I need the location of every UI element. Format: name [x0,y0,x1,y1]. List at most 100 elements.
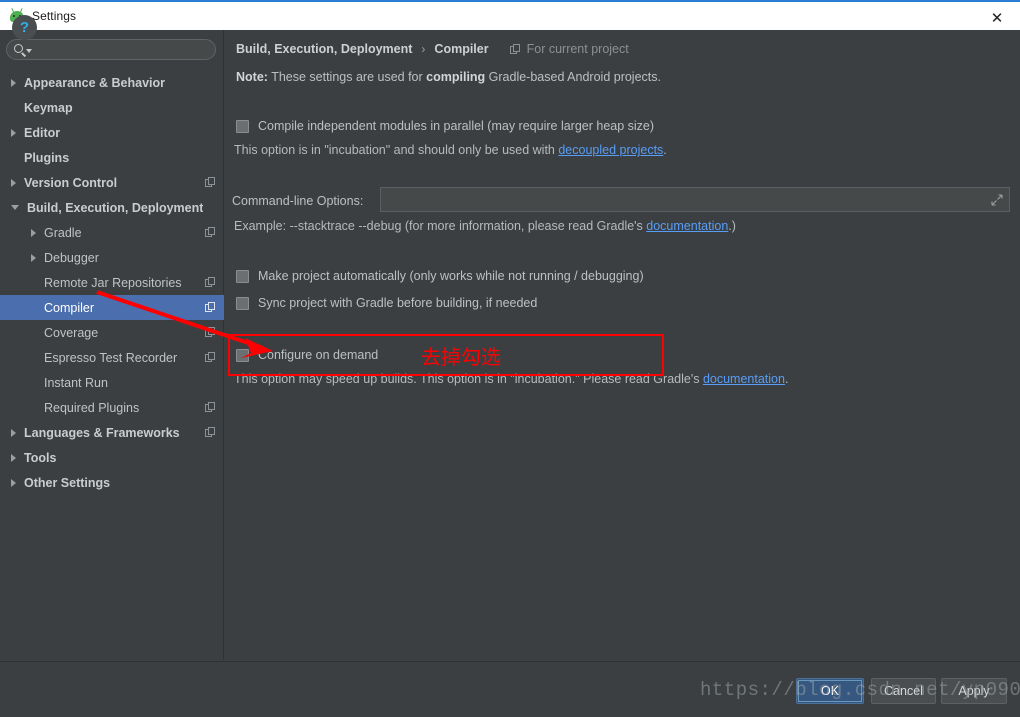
breadcrumb-current: Compiler [434,42,489,56]
chevron-right-icon[interactable] [11,428,16,437]
project-scope-badge: For current project [509,42,629,56]
checkbox-sync-before-build[interactable] [236,296,249,310]
module-icon [205,302,216,313]
sidebar-item-label: Keymap [24,100,73,115]
checkbox-configure-on-demand[interactable] [236,348,249,362]
apply-button[interactable]: Apply [941,678,1007,704]
note-part2: Gradle-based Android projects. [485,70,661,84]
window-title: Settings [32,9,77,23]
option-compile-parallel-label: Compile independent modules in parallel … [258,119,655,133]
sidebar-item-compiler[interactable]: Compiler [0,295,224,320]
settings-main-panel: Build, Execution, Deployment › Compiler … [225,30,1020,660]
chevron-right-icon[interactable] [11,478,16,487]
sidebar-item-label: Gradle [44,225,82,240]
hint-configure-after: . [784,372,789,386]
sidebar-item-editor[interactable]: Editor [0,120,224,145]
settings-sidebar: Appearance & Behavior Keymap Editor Plugins… [0,30,224,660]
hint-configure-on-demand: This option may speed up builds. This op… [234,372,788,386]
note-bold: compiling [426,70,486,84]
option-configure-on-demand[interactable]: Configure on demand [236,348,378,362]
sidebar-item-espresso-test-recorder[interactable]: Espresso Test Recorder [0,345,224,370]
link-gradle-documentation-configure[interactable]: documentation [703,372,785,386]
module-icon [205,402,216,413]
note-text: Note: These settings are used for compil… [236,70,661,84]
link-decoupled-projects[interactable]: decoupled projects [558,143,663,157]
sidebar-item-label: Required Plugins [44,400,140,415]
module-icon [205,352,216,363]
module-icon [205,227,216,238]
command-line-options-input[interactable] [385,191,975,208]
cancel-button[interactable]: Cancel [871,678,936,704]
module-icon [205,327,216,338]
breadcrumb-parent[interactable]: Build, Execution, Deployment [236,42,412,56]
checkbox-compile-parallel[interactable] [236,119,249,133]
sidebar-item-label: Appearance & Behavior [24,75,166,90]
module-icon [205,427,216,438]
module-icon [509,43,521,55]
project-scope-label: For current project [526,42,629,56]
sidebar-item-other-settings[interactable]: Other Settings [0,470,224,495]
option-sync-before-build[interactable]: Sync project with Gradle before building… [236,296,537,310]
settings-dialog: Settings ✕ Appearance & Behavior Keymap Ed… [0,0,1020,717]
option-compile-parallel[interactable]: Compile independent modules in parallel … [236,119,654,133]
sidebar-item-appearance-behavior[interactable]: Appearance & Behavior [0,70,224,95]
option-make-automatically-label: Make project automatically (only works w… [258,269,644,283]
note-prefix: Note: [236,70,268,84]
note-part1: These settings are used for [267,70,427,84]
sidebar-item-instant-run[interactable]: Instant Run [0,370,224,395]
chevron-down-icon[interactable] [11,205,19,210]
sidebar-item-plugins[interactable]: Plugins [0,145,224,170]
chevron-right-icon[interactable] [11,128,16,137]
option-sync-before-build-label: Sync project with Gradle before building… [258,296,538,310]
chevron-right-icon[interactable] [31,253,36,262]
expand-icon[interactable] [991,194,1003,206]
sidebar-item-label: Build, Execution, Deployment [27,200,204,215]
sidebar-item-required-plugins[interactable]: Required Plugins [0,395,224,420]
ok-button[interactable]: OK [796,678,864,704]
sidebar-item-label: Debugger [44,250,99,265]
help-button[interactable]: ? [12,15,37,40]
sidebar-item-debugger[interactable]: Debugger [0,245,224,270]
hint-command-line-example: Example: --stacktrace --debug (for more … [234,219,736,233]
option-configure-on-demand-label: Configure on demand [258,348,379,362]
sidebar-item-version-control[interactable]: Version Control [0,170,224,195]
link-gradle-documentation-example[interactable]: documentation [646,219,728,233]
chevron-right-icon[interactable] [11,178,16,187]
hint-compile-parallel: This option is in "incubation" and shoul… [234,143,667,157]
chevron-right-icon[interactable] [11,453,16,462]
sidebar-item-label: Espresso Test Recorder [44,350,178,365]
sidebar-item-keymap[interactable]: Keymap [0,95,224,120]
sidebar-item-gradle[interactable]: Gradle [0,220,224,245]
hint-example-before: Example: --stacktrace --debug (for more … [234,219,647,233]
title-bar: Settings ✕ [0,0,1020,30]
sidebar-item-label: Tools [24,450,57,465]
hint-compile-parallel-before: This option is in "incubation" and shoul… [234,143,559,157]
sidebar-item-label: Version Control [24,175,118,190]
checkbox-make-automatically[interactable] [236,269,249,283]
search-input[interactable] [35,42,209,57]
sidebar-item-languages-frameworks[interactable]: Languages & Frameworks [0,420,224,445]
chevron-right-icon[interactable] [11,78,16,87]
sidebar-item-label: Languages & Frameworks [24,425,180,440]
search-icon [14,44,23,53]
close-icon[interactable]: ✕ [974,4,1020,32]
sidebar-item-build-execution-deployment[interactable]: Build, Execution, Deployment [0,195,224,220]
option-make-automatically[interactable]: Make project automatically (only works w… [236,269,644,283]
search-box[interactable] [6,39,216,60]
sidebar-item-label: Plugins [24,150,70,165]
chevron-right-icon[interactable] [31,228,36,237]
command-line-options-field[interactable] [380,187,1010,212]
sidebar-item-remote-jar-repositories[interactable]: Remote Jar Repositories [0,270,224,295]
dialog-footer [0,661,1020,717]
command-line-options-label: Command-line Options: [232,194,364,208]
sidebar-item-label: Remote Jar Repositories [44,275,182,290]
sidebar-item-coverage[interactable]: Coverage [0,320,224,345]
chevron-down-icon[interactable] [26,49,32,53]
sidebar-item-tools[interactable]: Tools [0,445,224,470]
sidebar-item-label: Editor [24,125,61,140]
